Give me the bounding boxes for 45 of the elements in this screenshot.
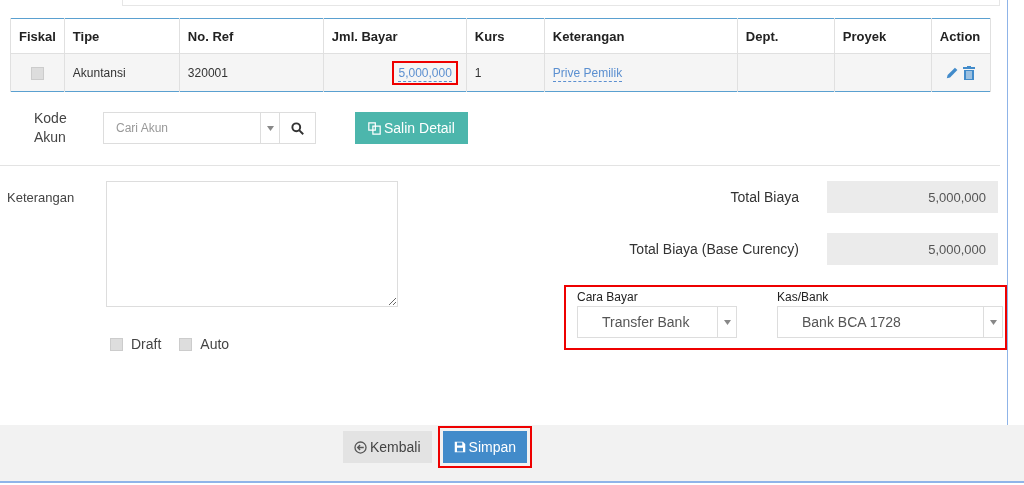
caret-icon <box>723 319 731 325</box>
field-label: Cara Bayar <box>577 290 639 304</box>
account-search-field[interactable]: Cari Akun <box>104 120 260 136</box>
checkbox[interactable] <box>110 337 123 351</box>
field-label: Total Biaya (Base Curency) <box>629 241 799 257</box>
account-select[interactable]: Cari Akun <box>103 112 280 144</box>
dropdown[interactable]: Bank BCA 1728 <box>777 306 1003 338</box>
checkbox-label: Auto <box>200 336 230 352</box>
column-header: Fiskal <box>10 18 65 54</box>
table-cell: Akuntansi <box>72 65 126 80</box>
description-link[interactable]: Prive Pemilik <box>552 65 623 82</box>
total-field: 5,000,000 <box>827 181 998 213</box>
back-button[interactable]: Kembali <box>343 431 432 463</box>
table-cell: 320001 <box>187 65 228 80</box>
pencil-icon[interactable] <box>946 66 960 79</box>
search-button[interactable] <box>280 112 316 144</box>
search-icon <box>291 121 304 135</box>
copy-icon <box>368 121 381 135</box>
checkbox[interactable] <box>179 337 193 351</box>
field-label: Kode Akun <box>34 109 68 147</box>
dropdown[interactable]: Transfer Bank <box>577 306 737 338</box>
field-label: Kas/Bank <box>777 290 830 304</box>
caret-icon <box>989 319 997 325</box>
save-button[interactable]: Simpan <box>442 431 528 463</box>
field-label: Keterangan <box>6 189 76 207</box>
amount-link[interactable]: 5,000,000 <box>398 65 452 82</box>
total-field: 5,000,000 <box>827 233 998 265</box>
field-label: Total Biaya <box>730 189 799 205</box>
column-header: Jml. Bayar <box>323 18 467 54</box>
column-header: Tipe <box>64 18 180 54</box>
copy-button[interactable]: Salin Detail <box>355 112 468 144</box>
column-header: Keterangan <box>544 18 738 54</box>
floppy-icon <box>453 441 466 453</box>
column-header: Dept. <box>737 18 835 54</box>
fiskal-checkbox[interactable] <box>30 66 44 80</box>
trash-icon[interactable] <box>963 65 976 80</box>
checkbox-label: Draft <box>131 336 162 352</box>
column-header: Kurs <box>466 18 545 54</box>
column-header: Action <box>931 18 991 54</box>
description-field[interactable] <box>106 181 398 307</box>
column-header: No. Ref <box>179 18 324 54</box>
caret-icon <box>266 125 274 131</box>
table-cell: 1 <box>474 65 482 80</box>
arrow-circle-icon <box>354 440 367 454</box>
column-header: Proyek <box>834 18 932 54</box>
